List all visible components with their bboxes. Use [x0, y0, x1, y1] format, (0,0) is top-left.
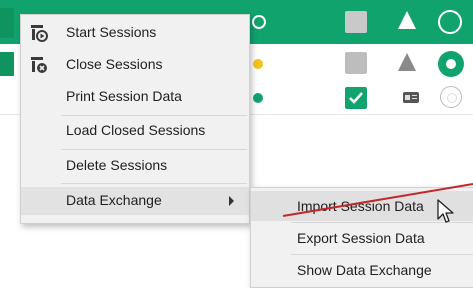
annotation-strikethrough-line: [282, 183, 473, 217]
mouse-cursor-icon: [437, 199, 454, 223]
